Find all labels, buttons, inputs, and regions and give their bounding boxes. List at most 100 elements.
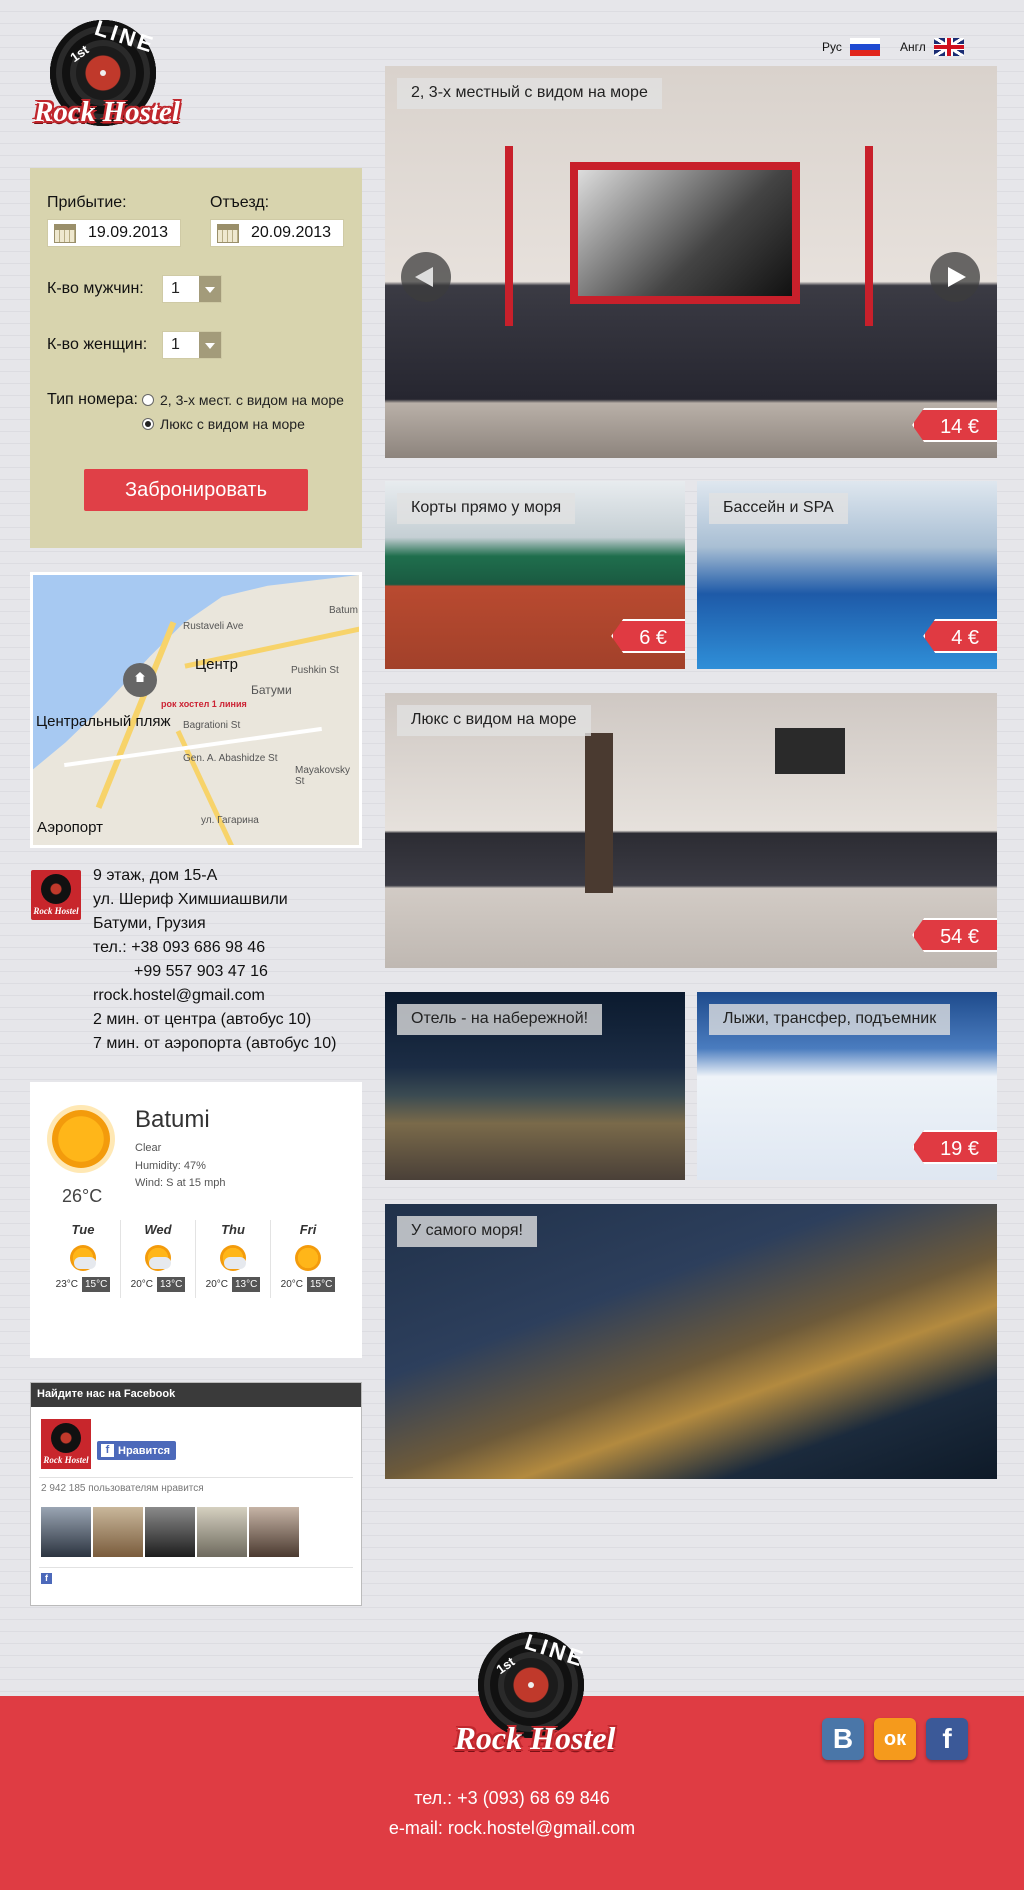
- tile-pool[interactable]: Бассейн и SPA 4 €: [697, 481, 997, 669]
- wall-stripe: [505, 146, 513, 326]
- room-option-standard[interactable]: 2, 3-х мест. с видом на море: [142, 392, 344, 408]
- street-label: Bagrationi St: [183, 720, 241, 731]
- divider: [39, 1567, 353, 1568]
- radio-button-selected[interactable]: [142, 418, 154, 430]
- chevron-down-icon[interactable]: [199, 332, 221, 358]
- tile-caption: У самого моря!: [397, 1216, 537, 1247]
- facebook-like-count: 2 942 185 пользователям нравится: [41, 1483, 204, 1494]
- lang-en[interactable]: Англ: [900, 38, 964, 56]
- tile-tennis[interactable]: Корты прямо у моря 6 €: [385, 481, 685, 669]
- address-line: 9 этаж, дом 15-А: [93, 867, 218, 884]
- band-photo-frame: [570, 162, 800, 304]
- lang-en-label: Англ: [900, 40, 926, 54]
- tv-screen: [775, 728, 845, 774]
- partly-cloudy-icon: [145, 1245, 171, 1271]
- women-count-value: 1: [171, 336, 180, 353]
- men-count-select[interactable]: 1: [162, 275, 222, 303]
- price-tag: 4 €: [923, 619, 997, 653]
- street-label: Batum: [329, 605, 358, 616]
- tile-caption: Лыжи, трансфер, подъемник: [709, 1004, 951, 1035]
- home-pin-icon[interactable]: [123, 663, 157, 697]
- sun-icon: [52, 1110, 110, 1168]
- map-label-center: Центр: [195, 656, 238, 673]
- price-tag: 19 €: [912, 1130, 997, 1164]
- lang-ru[interactable]: Рус: [822, 38, 880, 56]
- map-label-batumi: Батуми: [251, 683, 292, 697]
- russia-flag-icon: [849, 38, 880, 56]
- small-logo-text: Rock Hostel: [33, 906, 79, 916]
- forecast-high: 20°C: [280, 1279, 303, 1290]
- price-tag: 14 €: [912, 408, 997, 442]
- calendar-icon[interactable]: [54, 224, 76, 243]
- email-line[interactable]: rrock.hostel@gmail.com: [93, 984, 336, 1008]
- logo-text: Rock Hostel: [34, 96, 180, 128]
- calendar-icon[interactable]: [217, 224, 239, 243]
- tile-caption: Бассейн и SPA: [709, 493, 848, 524]
- room-option-lux[interactable]: Люкс с видом на море: [142, 416, 305, 432]
- chevron-down-icon[interactable]: [199, 276, 221, 302]
- fan-avatar[interactable]: [197, 1507, 247, 1557]
- arrival-date-field[interactable]: 19.09.2013: [47, 219, 181, 247]
- address-block: 9 этаж, дом 15-А ул. Шериф Химшиашвили Б…: [93, 864, 336, 1056]
- forecast-day: Wed 20°C 13°C: [128, 1222, 188, 1292]
- weather-city: Batumi: [135, 1106, 210, 1133]
- page-avatar[interactable]: Rock Hostel: [41, 1419, 91, 1469]
- booking-form: Прибытие: Отъезд: 19.09.2013 20.09.2013 …: [30, 168, 362, 548]
- tile-seafront[interactable]: У самого моря!: [385, 1204, 997, 1479]
- forecast-low: 13°C: [232, 1277, 261, 1292]
- weather-humidity: Humidity: 47%: [135, 1160, 206, 1172]
- forecast-day: Tue 23°C 15°C: [53, 1222, 113, 1292]
- lang-ru-label: Рус: [822, 40, 842, 54]
- address-line: ул. Шериф Химшиашвили: [93, 891, 288, 908]
- page-avatar-text: Rock Hostel: [43, 1455, 89, 1465]
- facebook-icon[interactable]: f: [41, 1573, 52, 1584]
- book-button[interactable]: Забронировать: [84, 469, 308, 511]
- tile-embankment[interactable]: Отель - на набережной!: [385, 992, 685, 1180]
- map-label-airport: Аэропорт: [37, 819, 104, 836]
- tile-ski[interactable]: Лыжи, трансфер, подъемник 19 €: [697, 992, 997, 1180]
- footer-email[interactable]: e-mail: rock.hostel@gmail.com: [0, 1818, 1024, 1839]
- door: [585, 733, 613, 893]
- slider-next-arrow-icon[interactable]: [930, 252, 980, 302]
- street-label: Gen. A. Abashidze St: [183, 753, 278, 764]
- divider: [195, 1220, 196, 1298]
- wall-stripe: [865, 146, 873, 326]
- location-map[interactable]: Rustaveli Ave Pushkin St Bagrationi St G…: [30, 572, 362, 848]
- phone-line: +99 557 903 47 16: [134, 963, 268, 980]
- radio-button[interactable]: [142, 394, 154, 406]
- odnoklassniki-icon[interactable]: ок: [874, 1718, 916, 1760]
- women-count-select[interactable]: 1: [162, 331, 222, 359]
- facebook-like-button[interactable]: f Нравится: [97, 1441, 177, 1460]
- men-count-value: 1: [171, 280, 180, 297]
- women-count-label: К-во женщин:: [47, 336, 148, 353]
- forecast-high: 20°C: [130, 1279, 153, 1290]
- address-line: 7 мин. от аэропорта (автобус 10): [93, 1035, 337, 1052]
- slider-prev-arrow-icon[interactable]: [401, 252, 451, 302]
- fan-avatar[interactable]: [249, 1507, 299, 1557]
- men-count-label: К-во мужчин:: [47, 280, 144, 297]
- facebook-widget-title: Найдите нас на Facebook: [31, 1383, 361, 1407]
- departure-date-field[interactable]: 20.09.2013: [210, 219, 344, 247]
- street-label: Pushkin St: [291, 665, 339, 676]
- facebook-icon[interactable]: f: [926, 1718, 968, 1760]
- facebook-widget: Найдите нас на Facebook Rock Hostel f Нр…: [30, 1382, 362, 1606]
- fan-avatar[interactable]: [93, 1507, 143, 1557]
- weather-temperature: 26°C: [62, 1186, 103, 1206]
- tile-lux[interactable]: Люкс с видом на море 54 €: [385, 693, 997, 968]
- street-label: Rustaveli Ave: [183, 621, 244, 632]
- price-tag: 6 €: [611, 619, 685, 653]
- footer-logo[interactable]: 1st LINE Rock Hostel: [450, 1629, 620, 1762]
- vk-icon[interactable]: В: [822, 1718, 864, 1760]
- divider: [270, 1220, 271, 1298]
- hero-slider[interactable]: 2, 3-х местный с видом на море 14 €: [385, 66, 997, 458]
- forecast-low: 13°C: [157, 1277, 186, 1292]
- fan-avatar[interactable]: [41, 1507, 91, 1557]
- departure-date-value: 20.09.2013: [251, 224, 332, 241]
- band-photo: [578, 170, 792, 296]
- forecast-day-name: Thu: [221, 1222, 245, 1237]
- weather-widget: Batumi Clear Humidity: 47% Wind: S at 15…: [30, 1082, 362, 1358]
- logo[interactable]: 1st LINE Rock Hostel: [32, 15, 182, 136]
- divider: [120, 1220, 121, 1298]
- fan-avatar[interactable]: [145, 1507, 195, 1557]
- logo-text: Rock Hostel: [454, 1720, 616, 1756]
